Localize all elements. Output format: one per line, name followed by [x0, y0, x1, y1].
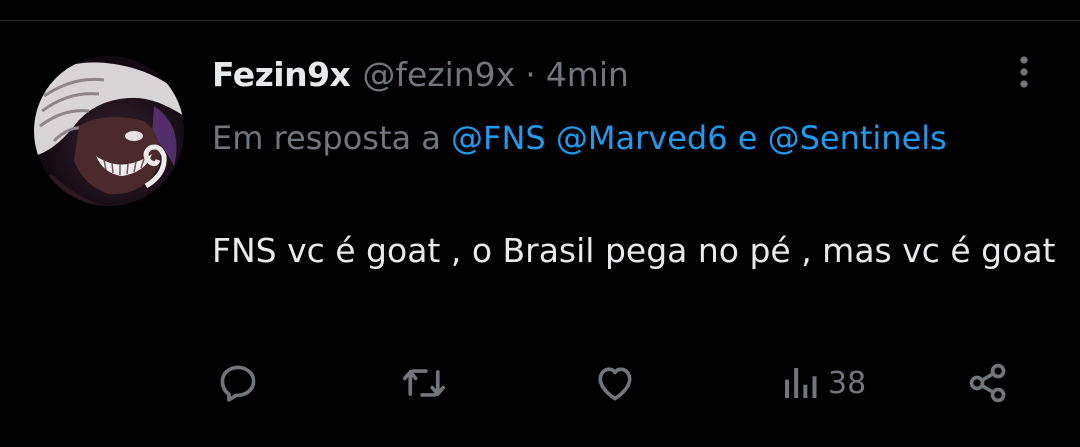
- more-options-button[interactable]: [1004, 52, 1044, 92]
- avatar[interactable]: [34, 56, 184, 206]
- timestamp[interactable]: 4min: [546, 55, 629, 94]
- like-icon: [598, 367, 632, 401]
- views-button[interactable]: 38: [780, 362, 866, 404]
- reply-button[interactable]: [216, 362, 260, 404]
- retweet-button[interactable]: [400, 362, 448, 404]
- separator-dot: ·: [525, 54, 536, 94]
- mention-fns[interactable]: @FNS: [451, 119, 546, 157]
- top-divider: [0, 20, 1080, 21]
- display-name[interactable]: Fezin9x: [212, 55, 351, 94]
- reply-prefix: Em resposta a: [212, 119, 441, 157]
- user-handle[interactable]: @fezin9x: [362, 55, 515, 94]
- views-count: 38: [828, 365, 867, 401]
- tweet-text: FNS vc é goat , o Brasil pega no pé , ma…: [212, 231, 1056, 270]
- like-button[interactable]: [592, 362, 638, 404]
- retweet-icon: [402, 369, 446, 397]
- more-dots-icon: [1020, 56, 1028, 88]
- reply-icon: [220, 365, 256, 402]
- mention-conjunction: e: [737, 119, 758, 157]
- views-icon: [785, 368, 817, 398]
- mention-sentinels[interactable]: @Sentinels: [768, 119, 947, 157]
- share-button[interactable]: [966, 362, 1010, 404]
- mention-marved6[interactable]: @Marved6: [556, 119, 728, 157]
- tweet-header: Fezin9x @fezin9x · 4min: [212, 52, 629, 96]
- share-icon: [969, 363, 1006, 403]
- reply-context: Em resposta a @FNS @Marved6 e @Sentinels: [212, 110, 1032, 166]
- avatar-image: [34, 56, 184, 206]
